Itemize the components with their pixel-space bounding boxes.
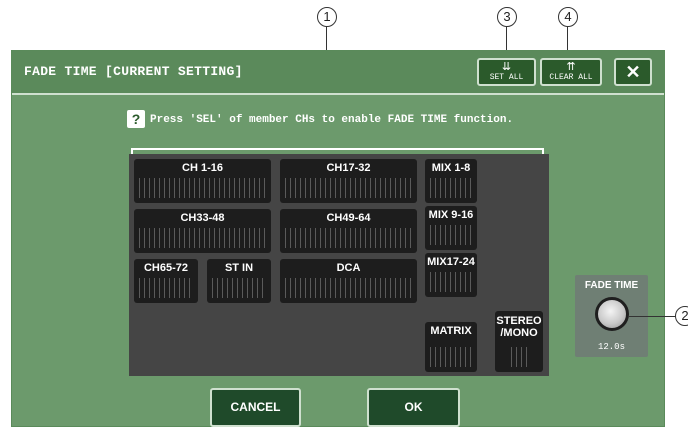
- callout-2-line: [628, 316, 676, 317]
- callout-2: 2: [675, 306, 688, 326]
- close-icon: ✕: [625, 62, 641, 82]
- group-matrix[interactable]: MATRIX: [425, 322, 477, 372]
- group-stereo-label: STEREO: [496, 315, 542, 327]
- group-dca-label: DCA: [336, 262, 361, 274]
- group-dca[interactable]: DCA: [280, 259, 417, 303]
- fade-time-value: 12.0s: [597, 342, 625, 352]
- group-ch17-32[interactable]: CH17-32: [280, 159, 417, 203]
- fader-strip: [285, 178, 412, 198]
- close-button[interactable]: ✕: [614, 58, 652, 86]
- group-ch49-64[interactable]: CH49-64: [280, 209, 417, 253]
- hint-text: Press 'SEL' of member CHs to enable FADE…: [150, 114, 514, 126]
- group-stereo-mono[interactable]: STEREO /MONO: [495, 311, 543, 372]
- group-ch17-32-label: CH17-32: [326, 162, 371, 174]
- group-ch33-48-label: CH33-48: [180, 212, 225, 224]
- fader-strip: [139, 178, 266, 198]
- fader-strip: [430, 272, 472, 292]
- fade-time-window: FADE TIME [CURRENT SETTING] ⇊ SET ALL ⇈ …: [11, 50, 665, 427]
- group-ch65-72[interactable]: CH65-72: [134, 259, 198, 303]
- group-ch65-72-label: CH65-72: [143, 262, 189, 274]
- group-ch33-48[interactable]: CH33-48: [134, 209, 271, 253]
- fader-strip: [285, 278, 412, 298]
- fader-strip: [139, 228, 266, 248]
- fader-strip: [511, 347, 527, 367]
- group-ch-1-16[interactable]: CH 1-16: [134, 159, 271, 203]
- group-mix17-24[interactable]: MIX17-24: [425, 253, 477, 297]
- group-mix17-24-label: MIX17-24: [427, 256, 475, 268]
- group-st-in[interactable]: ST IN: [207, 259, 271, 303]
- clear-all-button[interactable]: ⇈ CLEAR ALL: [540, 58, 602, 86]
- group-mix-9-16[interactable]: MIX 9-16: [425, 206, 477, 250]
- callout-4: 4: [558, 7, 578, 27]
- fader-strip: [430, 225, 472, 245]
- title-bar: FADE TIME [CURRENT SETTING] ⇊ SET ALL ⇈ …: [12, 51, 664, 95]
- cancel-button[interactable]: CANCEL: [210, 388, 301, 427]
- group-ch-1-16-label: CH 1-16: [182, 162, 223, 174]
- group-mix-1-8-label: MIX 1-8: [431, 162, 471, 174]
- fade-time-label: FADE TIME: [584, 280, 639, 291]
- group-mix-1-8[interactable]: MIX 1-8: [425, 159, 477, 203]
- group-matrix-label: MATRIX: [430, 325, 472, 337]
- group-panel: CH 1-16 CH17-32 MIX 1-8 CH33-48 CH49-64 …: [129, 154, 549, 376]
- clear-all-label: CLEAR ALL: [549, 73, 593, 82]
- fader-strip: [285, 228, 412, 248]
- group-ch49-64-label: CH49-64: [326, 212, 371, 224]
- group-st-in-label: ST IN: [224, 262, 254, 274]
- fader-strip: [212, 278, 266, 298]
- fader-strip: [430, 178, 472, 198]
- group-mono-label: /MONO: [500, 327, 538, 339]
- fader-strip: [430, 347, 472, 367]
- question-icon: ?: [127, 110, 145, 128]
- group-mix-9-16-label: MIX 9-16: [428, 209, 474, 221]
- callout-1: 1: [317, 7, 337, 27]
- set-all-label: SET ALL: [489, 73, 524, 82]
- ok-button[interactable]: OK: [367, 388, 460, 427]
- fade-time-knob[interactable]: [595, 297, 629, 331]
- window-title: FADE TIME [CURRENT SETTING]: [24, 64, 243, 79]
- set-all-button[interactable]: ⇊ SET ALL: [477, 58, 536, 86]
- fader-strip: [139, 278, 193, 298]
- callout-3: 3: [497, 7, 517, 27]
